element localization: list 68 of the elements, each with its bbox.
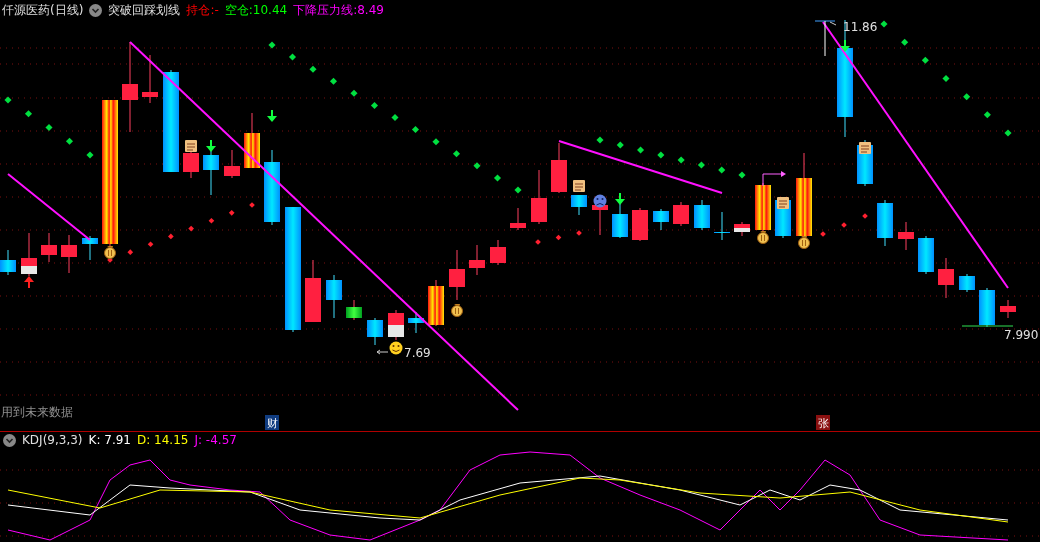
candlestick [938,257,954,299]
low-price-leader [376,349,389,355]
candlestick [41,232,57,263]
down-arrow-icon [206,139,216,152]
candlestick [367,317,383,346]
kdj-value: K: 7.91 [88,433,131,447]
note-icon [777,197,789,209]
candlestick [714,211,730,241]
candlestick [408,311,424,334]
candlestick [755,182,771,233]
candlestick [244,112,260,169]
dropdown-icon[interactable] [89,3,103,17]
kdj-value: J: -4.57 [194,433,237,447]
candlestick [918,235,934,275]
candlestick [346,299,362,321]
sad-face-icon [593,194,607,208]
future-data-note: 用到未来数据 [1,405,73,419]
candlestick [449,249,465,301]
note-icon [185,140,197,152]
event-marker[interactable]: 张 [816,415,830,430]
candlestick [490,239,506,266]
candlestick [82,235,98,261]
candlestick [224,149,240,179]
candlestick [142,54,158,104]
candlestick [305,259,321,323]
candlestick [898,221,914,251]
candlestick [61,234,77,274]
candlestick [632,207,648,242]
low-price-label: 7.69 [404,346,431,360]
note-icon [573,180,585,192]
candlestick [469,244,485,276]
right-arrow-icon [762,171,786,187]
indicator-value: 下降压力线:8.49 [293,1,384,19]
down-arrow-icon [840,39,850,52]
candlestick [1000,299,1016,319]
candlestick [21,232,37,277]
candlestick [959,273,975,293]
candlestick [326,274,342,319]
candlestick [571,194,587,216]
indicator-name: 突破回踩划线 [108,1,181,19]
candlestick [673,201,689,227]
up-arrow-icon [24,276,34,289]
candlestick [531,169,547,225]
candlestick [0,249,16,276]
candlestick [388,309,404,341]
note-icon [859,142,871,154]
last-price-line [961,325,1014,327]
candlestick [979,287,995,328]
stock-title: 仟源医药(日线) [2,1,84,19]
indicator-value: 持仓:- [186,1,219,19]
candlestick [877,199,893,247]
candlestick [203,149,219,196]
candlestick [551,142,567,194]
last-price-label: 7.990 [1004,328,1039,342]
kdj-value: D: 14.15 [137,433,189,447]
candlestick [510,207,526,231]
candlestick [428,279,444,327]
dropdown-icon[interactable] [3,433,16,447]
candlestick [653,208,669,231]
indicator-value: 空仓:10.44 [224,1,288,19]
smiley-icon [389,341,403,355]
down-arrow-icon [615,192,625,205]
kdj-title: KDJ(9,3,3) [22,433,83,447]
candlestick [734,221,750,237]
high-price-marker [814,20,837,57]
down-arrow-icon [267,109,277,122]
event-marker[interactable]: 财 [265,415,279,430]
candlestick [694,199,710,231]
